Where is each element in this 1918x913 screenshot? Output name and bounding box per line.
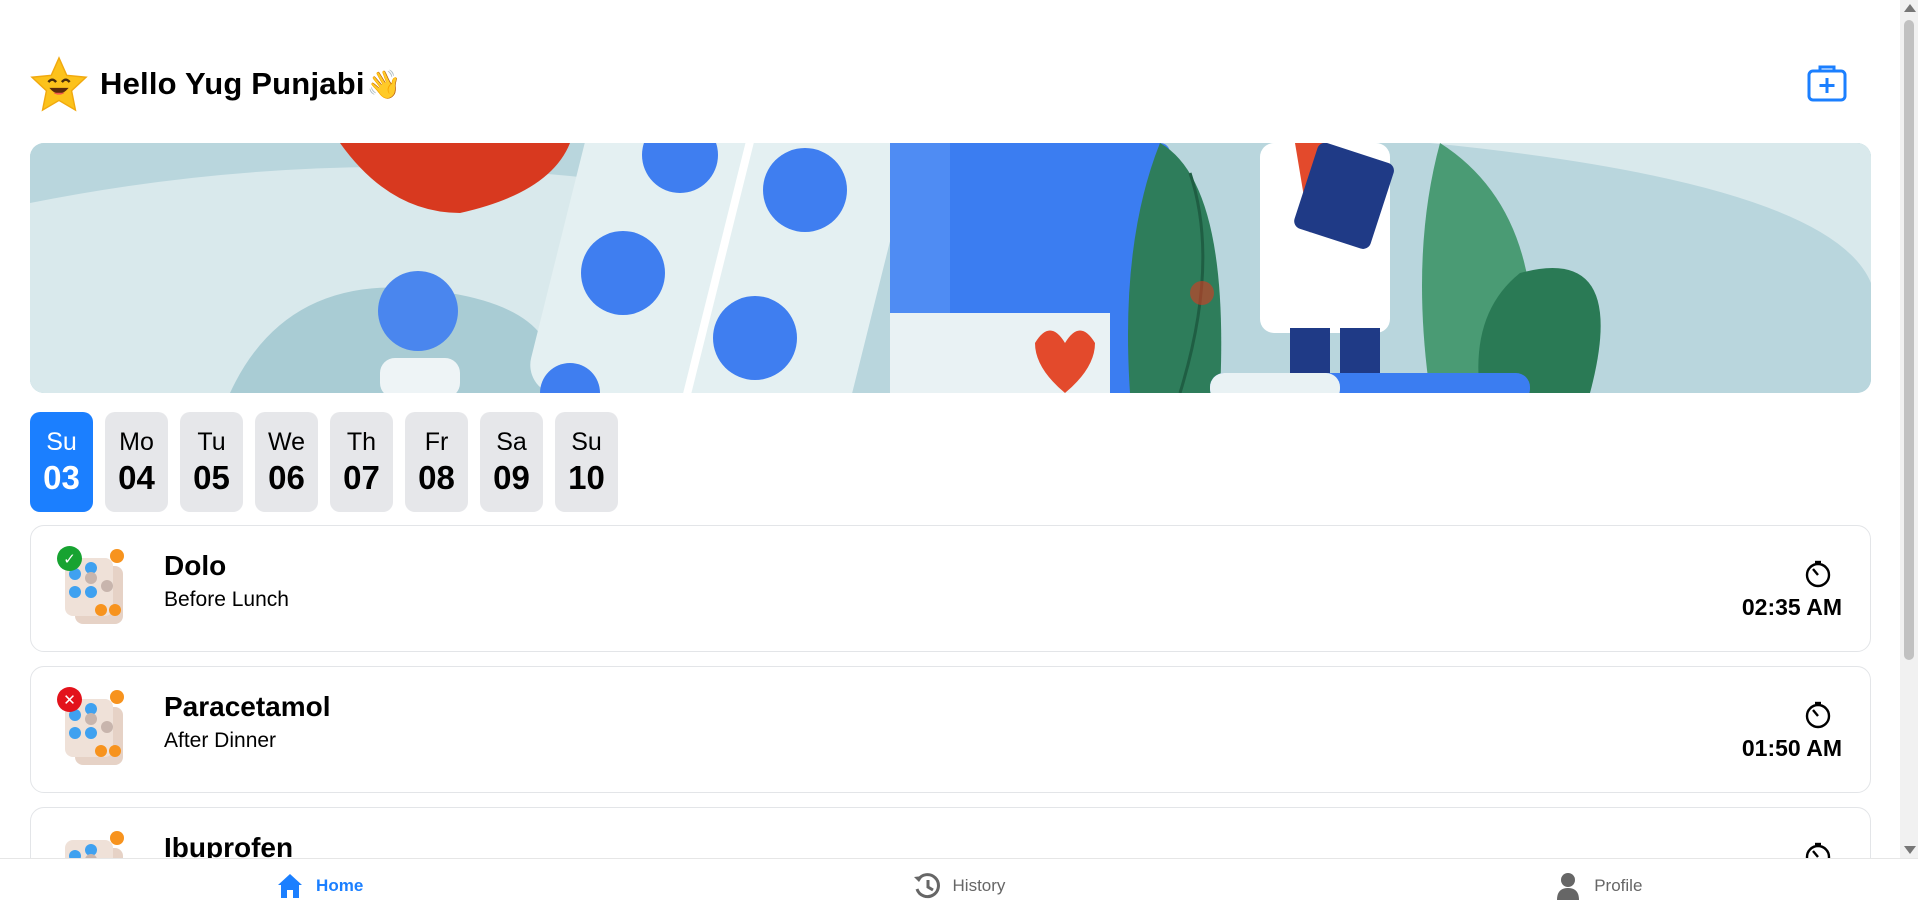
day-item[interactable]: Sa 09 (480, 412, 543, 512)
day-number: 10 (568, 458, 605, 496)
medication-name: Paracetamol (164, 691, 331, 722)
medication-card[interactable]: ✕ Paracetamol After Dinner 01:50 AM (30, 666, 1871, 793)
hero-banner (30, 143, 1871, 393)
missed-status-icon: ✕ (57, 687, 82, 712)
add-medication-icon (1807, 65, 1847, 102)
day-item[interactable]: Tu 05 (180, 412, 243, 512)
pills-icon (65, 831, 124, 858)
day-item[interactable]: Fr 08 (405, 412, 468, 512)
day-item[interactable]: Mo 04 (105, 412, 168, 512)
scroll-up-icon[interactable] (1904, 4, 1916, 12)
day-name: Sa (496, 427, 527, 456)
timer-icon (1805, 842, 1831, 858)
timer-icon (1805, 701, 1831, 729)
medication-schedule: Before Lunch (164, 588, 289, 611)
history-icon (913, 873, 940, 899)
day-name: Tu (197, 427, 226, 456)
day-name: We (267, 427, 306, 456)
medication-name: Dolo (164, 550, 227, 581)
timer-icon (1805, 560, 1831, 588)
header: Hello Yug Punjabi 👋 (30, 52, 1866, 116)
medication-schedule: After Dinner (164, 729, 277, 752)
day-number: 09 (493, 458, 530, 496)
day-item[interactable]: Th 07 (330, 412, 393, 512)
main-content: Hello Yug Punjabi 👋 Su 03 Mo 04 Tu 05 We… (0, 0, 1900, 858)
nav-home[interactable]: Home (0, 859, 639, 913)
medication-card[interactable]: ✓ Dolo Before Lunch 02:35 AM (30, 525, 1871, 652)
medication-name: Ibuprofen (164, 832, 294, 858)
medication-card[interactable]: Ibuprofen (30, 807, 1871, 858)
star-face-icon (30, 56, 88, 112)
day-name: Su (571, 427, 602, 456)
day-item[interactable]: Su 03 (30, 412, 93, 512)
day-name: Su (46, 427, 77, 456)
home-icon (278, 874, 303, 898)
nav-profile-label: Profile (1594, 876, 1643, 895)
taken-status-icon: ✓ (57, 546, 82, 571)
day-selector: Su 03 Mo 04 Tu 05 We 06 Th 07 Fr 08 Sa 0… (30, 412, 618, 512)
add-medication-button[interactable] (1804, 60, 1850, 106)
day-name: Fr (424, 427, 449, 456)
scrollbar-thumb[interactable] (1904, 20, 1914, 660)
nav-home-label: Home (316, 876, 364, 895)
day-number: 05 (193, 458, 230, 496)
nav-profile[interactable]: Profile (1279, 859, 1918, 913)
wave-emoji-icon: 👋 (366, 68, 402, 100)
day-number: 03 (43, 458, 80, 496)
scroll-down-icon[interactable] (1904, 846, 1916, 854)
day-number: 08 (418, 458, 455, 496)
bottom-navigation: Home History Profile (0, 858, 1918, 913)
day-item[interactable]: We 06 (255, 412, 318, 512)
vertical-scrollbar[interactable] (1900, 0, 1918, 858)
greeting-text: Hello Yug Punjabi (100, 66, 365, 101)
medication-list: ✓ Dolo Before Lunch 02:35 AM ✕ Paracetam… (30, 525, 1871, 858)
day-item[interactable]: Su 10 (555, 412, 618, 512)
day-number: 06 (268, 458, 305, 496)
medication-time: 02:35 AM (1741, 594, 1842, 620)
day-name: Th (346, 427, 377, 456)
medical-illustration (30, 143, 1871, 393)
nav-history[interactable]: History (639, 859, 1278, 913)
profile-icon (1557, 873, 1580, 900)
day-number: 04 (118, 458, 155, 496)
medication-time: 01:50 AM (1741, 735, 1842, 761)
nav-history-label: History (952, 876, 1006, 895)
day-name: Mo (119, 427, 154, 456)
day-number: 07 (343, 458, 380, 496)
